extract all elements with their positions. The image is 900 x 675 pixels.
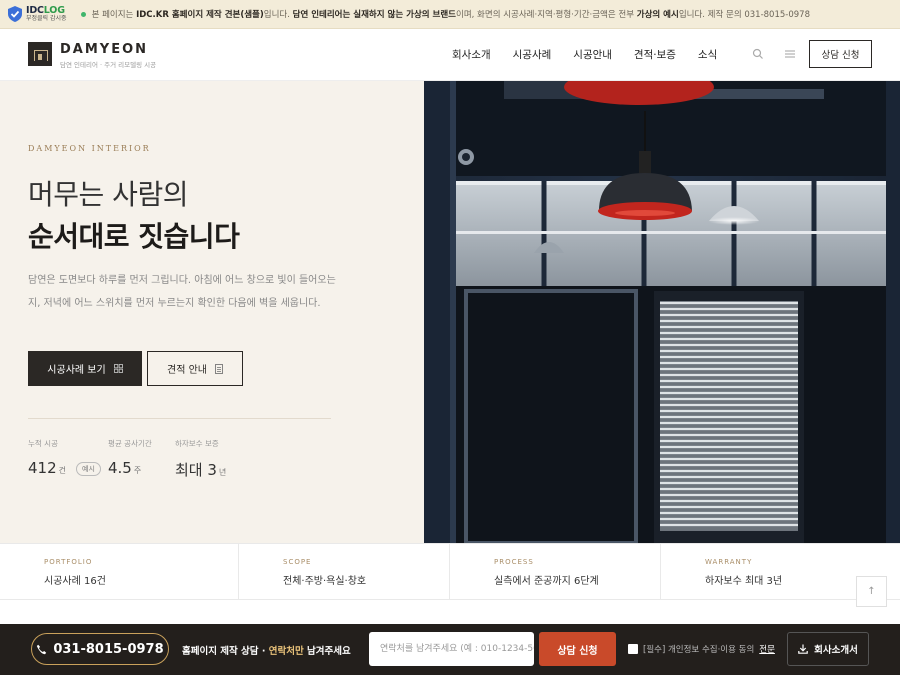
document-icon bbox=[215, 363, 223, 374]
site-header: DAMYEON 담연 인테리어 · 주거 리모델링 시공 회사소개 시공사례 시… bbox=[0, 29, 900, 81]
strip-warranty[interactable]: WARRANTY 하자보수 최대 3년 bbox=[661, 544, 872, 599]
stat-label: 하자보수 보증 bbox=[175, 439, 219, 448]
nav-item-guide[interactable]: 시공안내 bbox=[573, 47, 612, 62]
hero-eyebrow: DAMYEON INTERIOR bbox=[28, 144, 151, 153]
contact-prompt-b: 남겨주세요 bbox=[303, 646, 351, 657]
strip-portfolio[interactable]: PORTFOLIO 시공사례 16건 bbox=[0, 544, 239, 599]
stat-unit: 년 bbox=[218, 468, 227, 477]
stat-label: 누적 시공 bbox=[28, 439, 58, 448]
stat-value: 4.5 bbox=[108, 459, 132, 477]
notice-segment: 담연 인테리어는 실재하지 않는 가상의 브랜드 bbox=[292, 10, 457, 20]
contact-prompt-highlight: 연락처만 bbox=[268, 646, 304, 657]
stat-warranty: 하자보수 보증 최대 3 년 bbox=[175, 438, 226, 480]
phone-call-button[interactable]: 031-8015-0978 bbox=[31, 633, 169, 665]
stat-label: 평균 공사기간 bbox=[108, 439, 152, 448]
info-strip: PORTFOLIO 시공사례 16건 SCOPE 전체·주방·욕실·창호 PRO… bbox=[0, 543, 900, 600]
notice-segment: IDC.KR 홈페이지 제작 견본(샘플) bbox=[136, 10, 264, 20]
view-portfolio-label: 시공사례 보기 bbox=[47, 365, 106, 376]
strip-key: WARRANTY bbox=[705, 558, 753, 566]
arrow-up-icon: ↑ bbox=[867, 586, 876, 597]
hero-title-line1: 머무는 사람의 bbox=[28, 178, 188, 211]
notice-segment: 가상의 예시 bbox=[636, 10, 679, 20]
nav-item-news[interactable]: 소식 bbox=[698, 47, 717, 62]
contact-prompt-a: 홈페이지 제작 상담 · bbox=[182, 646, 269, 657]
consent-full-text-link[interactable]: 전문 bbox=[759, 643, 775, 655]
notice-segment: 본 페이지는 bbox=[91, 10, 137, 20]
estimate-guide-label: 견적 안내 bbox=[167, 365, 207, 376]
nav-item-about[interactable]: 회사소개 bbox=[452, 47, 491, 62]
stat-value: 최대 3 bbox=[175, 461, 217, 479]
hamburger-menu-icon[interactable] bbox=[784, 48, 796, 60]
nav-item-estimate[interactable]: 견적·보증 bbox=[634, 47, 676, 62]
contact-input[interactable] bbox=[369, 632, 534, 666]
estimate-guide-button[interactable]: 견적 안내 bbox=[147, 351, 243, 386]
notice-segment: 이며, 화면의 시공사례·지역·평형·기간·금액은 전부 bbox=[456, 10, 637, 20]
logo-icon[interactable] bbox=[28, 42, 52, 66]
main-nav: 회사소개 시공사례 시공안내 견적·보증 소식 bbox=[452, 47, 717, 62]
search-icon[interactable] bbox=[752, 48, 764, 60]
status-dot bbox=[80, 11, 86, 17]
notice-text: 본 페이지는 IDC.KR 홈페이지 제작 견본(샘플)입니다. 담연 인테리어… bbox=[92, 8, 810, 20]
strip-value: 시공사례 16건 bbox=[44, 576, 106, 587]
bottom-contact-bar: 031-8015-0978 홈페이지 제작 상담 · 연락처만 남겨주세요 상담… bbox=[0, 624, 900, 675]
idc-log-badge[interactable]: IDCLOG 부정클릭 감시중 bbox=[26, 6, 67, 23]
strip-key: PROCESS bbox=[494, 558, 534, 566]
consent-label: [필수] 개인정보 수집·이용 동의 bbox=[643, 645, 755, 655]
consult-button[interactable]: 상담 신청 bbox=[809, 40, 872, 68]
hero-description: 담연은 도면보다 하루를 먼저 그립니다. 아침에 어느 창으로 빛이 들어오는… bbox=[28, 275, 336, 309]
logo-title[interactable]: DAMYEON bbox=[60, 42, 148, 57]
strip-value: 전체·주방·욕실·창호 bbox=[283, 576, 367, 587]
company-profile-download-button[interactable]: 회사소개서 bbox=[787, 632, 869, 666]
interior-photo bbox=[424, 81, 900, 543]
stat-avg-duration: 평균 공사기간 4.5 주 bbox=[108, 438, 152, 477]
company-profile-label: 회사소개서 bbox=[814, 645, 858, 656]
strip-scope[interactable]: SCOPE 전체·주방·욕실·창호 bbox=[239, 544, 450, 599]
stat-unit: 주 bbox=[133, 466, 142, 475]
shield-check-icon bbox=[8, 6, 22, 22]
hero-panel: DAMYEON INTERIOR 머무는 사람의 순서대로 짓습니다 담연은 도… bbox=[0, 81, 424, 543]
stat-total-projects: 누적 시공 412 건 예시 bbox=[28, 438, 101, 478]
phone-icon bbox=[37, 644, 47, 654]
hero-divider bbox=[28, 418, 331, 419]
consent-checkbox[interactable] bbox=[628, 644, 638, 654]
download-icon bbox=[798, 644, 808, 654]
notice-segment: 입니다. bbox=[263, 10, 293, 20]
phone-number: 031-8015-0978 bbox=[53, 641, 164, 657]
strip-value: 하자보수 최대 3년 bbox=[705, 576, 783, 587]
hero-title-line2: 순서대로 짓습니다 bbox=[28, 220, 240, 253]
notice-segment: 입니다. 제작 문의 031-8015-0978 bbox=[678, 10, 810, 20]
notice-bar: IDCLOG 부정클릭 감시중 본 페이지는 IDC.KR 홈페이지 제작 견본… bbox=[0, 0, 900, 29]
stat-value: 412 bbox=[28, 459, 57, 477]
strip-key: SCOPE bbox=[283, 558, 312, 566]
contact-prompt: 홈페이지 제작 상담 · 연락처만 남겨주세요 bbox=[182, 643, 351, 657]
hero-image bbox=[424, 81, 900, 543]
view-portfolio-button[interactable]: 시공사례 보기 bbox=[28, 351, 142, 386]
strip-process[interactable]: PROCESS 실측에서 준공까지 6단계 bbox=[450, 544, 661, 599]
grid-icon bbox=[113, 364, 123, 373]
example-badge: 예시 bbox=[76, 462, 101, 476]
privacy-consent[interactable]: [필수] 개인정보 수집·이용 동의 전문 bbox=[628, 643, 775, 655]
stat-unit: 건 bbox=[58, 466, 67, 475]
brand-sub: 부정클릭 감시중 bbox=[26, 15, 67, 23]
logo-subtitle: 담연 인테리어 · 주거 리모델링 시공 bbox=[60, 61, 157, 69]
submit-consult-button[interactable]: 상담 신청 bbox=[539, 632, 616, 666]
nav-item-portfolio[interactable]: 시공사례 bbox=[513, 47, 552, 62]
strip-value: 실측에서 준공까지 6단계 bbox=[494, 576, 599, 587]
strip-key: PORTFOLIO bbox=[44, 558, 93, 566]
scroll-to-top-button[interactable]: ↑ bbox=[856, 576, 887, 607]
